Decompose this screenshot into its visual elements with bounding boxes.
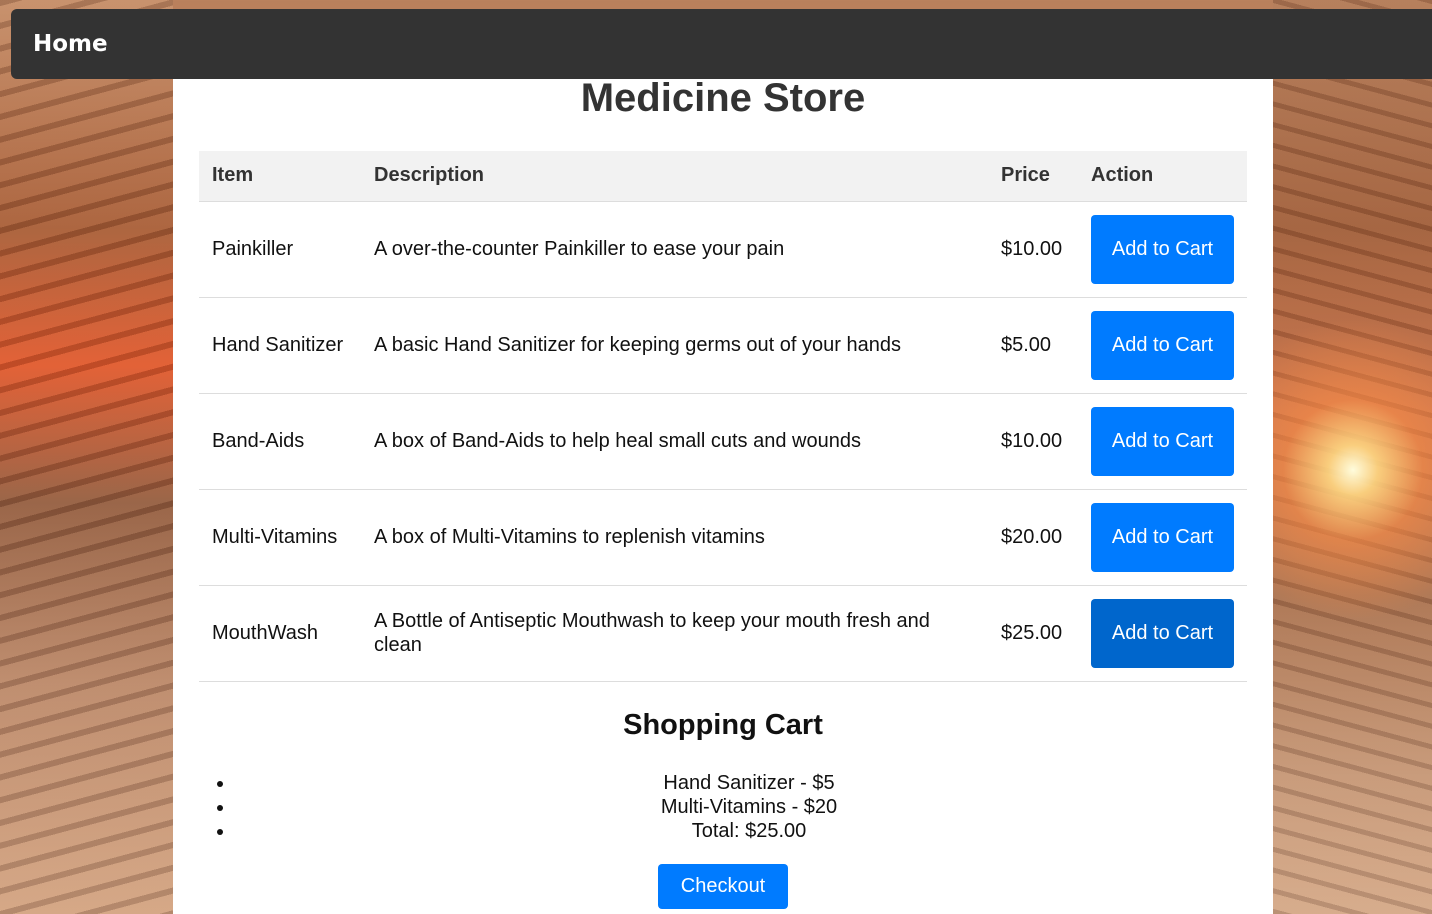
table-row: Band-Aids A box of Band-Aids to help hea… <box>199 393 1247 490</box>
item-description: A basic Hand Sanitizer for keeping germs… <box>361 297 988 394</box>
checkout-button[interactable]: Checkout <box>658 864 788 909</box>
item-price: $5.00 <box>988 297 1078 394</box>
background-canyon-right <box>1273 0 1432 914</box>
item-name: MouthWash <box>199 585 361 682</box>
column-header-description: Description <box>361 151 988 202</box>
item-action-cell: Add to Cart <box>1078 201 1247 298</box>
cart-item: Multi-Vitamins - $20 <box>235 795 1263 819</box>
page-title: Medicine Store <box>580 76 866 120</box>
background-canyon-left <box>0 0 173 914</box>
add-to-cart-button[interactable]: Add to Cart <box>1091 406 1234 476</box>
add-to-cart-button[interactable]: Add to Cart <box>1091 310 1234 380</box>
table-header-row: Item Description Price Action <box>199 151 1247 202</box>
item-description: A box of Band-Aids to help heal small cu… <box>361 393 988 490</box>
item-name: Multi-Vitamins <box>199 489 361 586</box>
item-price: $25.00 <box>988 585 1078 682</box>
table-row: MouthWash A Bottle of Antiseptic Mouthwa… <box>199 585 1247 682</box>
item-description: A over-the-counter Painkiller to ease yo… <box>361 201 988 298</box>
products-table: Item Description Price Action Painkiller… <box>199 151 1247 682</box>
cart-item: Hand Sanitizer - $5 <box>235 771 1263 795</box>
item-action-cell: Add to Cart <box>1078 489 1247 586</box>
column-header-price: Price <box>988 151 1078 202</box>
nav-home-link[interactable]: Home <box>33 29 108 59</box>
item-action-cell: Add to Cart <box>1078 585 1247 682</box>
item-price: $10.00 <box>988 393 1078 490</box>
table-row: Multi-Vitamins A box of Multi-Vitamins t… <box>199 489 1247 586</box>
item-price: $20.00 <box>988 489 1078 586</box>
item-action-cell: Add to Cart <box>1078 393 1247 490</box>
add-to-cart-button[interactable]: Add to Cart <box>1091 502 1234 572</box>
add-to-cart-button[interactable]: Add to Cart <box>1091 598 1234 668</box>
item-price: $10.00 <box>988 201 1078 298</box>
shopping-cart-title: Shopping Cart <box>623 709 823 741</box>
table-row: Hand Sanitizer A basic Hand Sanitizer fo… <box>199 297 1247 394</box>
item-name: Band-Aids <box>199 393 361 490</box>
column-header-item: Item <box>199 151 361 202</box>
item-name: Painkiller <box>199 201 361 298</box>
item-description: A box of Multi-Vitamins to replenish vit… <box>361 489 988 586</box>
column-header-action: Action <box>1078 151 1247 202</box>
add-to-cart-button[interactable]: Add to Cart <box>1091 214 1234 284</box>
cart-total: Total: $25.00 <box>235 819 1263 843</box>
item-description: A Bottle of Antiseptic Mouthwash to keep… <box>361 585 988 682</box>
item-action-cell: Add to Cart <box>1078 297 1247 394</box>
store-panel: Medicine Store Item Description Price Ac… <box>173 76 1273 914</box>
table-row: Painkiller A over-the-counter Painkiller… <box>199 201 1247 298</box>
top-navbar: Home <box>11 9 1432 79</box>
item-name: Hand Sanitizer <box>199 297 361 394</box>
cart-item-list: Hand Sanitizer - $5 Multi-Vitamins - $20… <box>235 771 1263 843</box>
